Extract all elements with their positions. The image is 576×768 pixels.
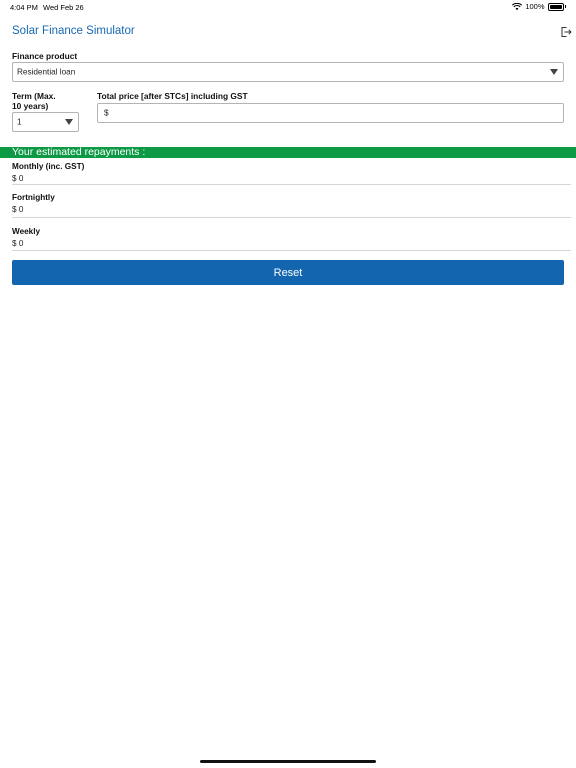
weekly-value: $ 0 (12, 239, 24, 248)
price-prefix: $ (104, 108, 109, 118)
status-bar: 4:04 PM Wed Feb 26 100% (0, 0, 576, 14)
price-label: Total price [after STCs] including GST (97, 91, 248, 101)
repayments-banner: Your estimated repayments : (0, 147, 576, 158)
battery-nub (564, 5, 566, 8)
chevron-down-icon (550, 69, 558, 75)
term-label-line2: 10 years) (12, 101, 49, 111)
divider (12, 217, 571, 218)
fortnightly-value: $ 0 (12, 205, 24, 214)
divider (12, 250, 571, 251)
status-time: 4:04 PM (10, 3, 38, 12)
logout-icon[interactable] (560, 26, 572, 38)
home-indicator[interactable] (200, 760, 376, 763)
term-select[interactable]: 1 (12, 112, 79, 132)
term-label-line1: Term (Max. (12, 91, 56, 101)
finance-product-select[interactable]: Residential loan (12, 62, 564, 82)
monthly-label: Monthly (inc. GST) (12, 162, 85, 171)
battery-percent: 100% (525, 2, 545, 11)
status-date: Wed Feb 26 (43, 3, 84, 12)
status-indicators: 100% (512, 2, 566, 11)
term-label: Term (Max. 10 years) (12, 91, 56, 111)
price-input[interactable]: $ (97, 103, 564, 123)
chevron-down-icon (65, 119, 73, 125)
battery-icon (547, 2, 564, 11)
app-title: Solar Finance Simulator (12, 25, 135, 37)
reset-button[interactable]: Reset (12, 260, 564, 285)
term-value: 1 (17, 117, 22, 127)
weekly-label: Weekly (12, 227, 41, 236)
wifi-icon (512, 2, 523, 10)
monthly-value: $ 0 (12, 174, 24, 183)
divider (12, 184, 571, 185)
finance-product-value: Residential loan (17, 67, 76, 77)
finance-product-label: Finance product (12, 51, 78, 61)
fortnightly-label: Fortnightly (12, 193, 55, 202)
